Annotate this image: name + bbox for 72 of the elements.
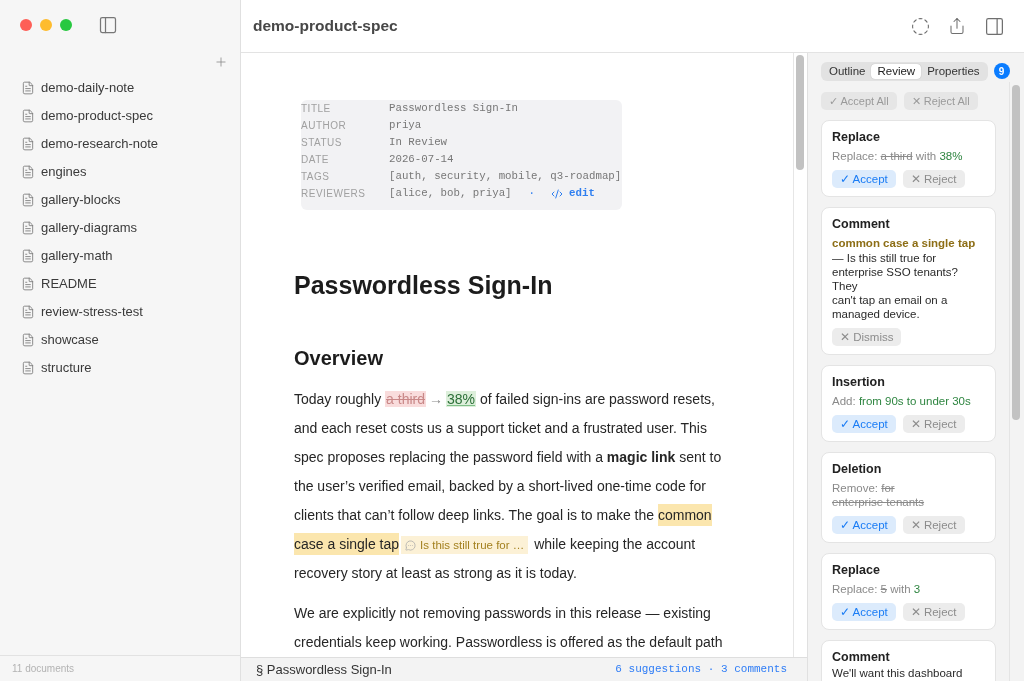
frontmatter-value: In Review [389,135,448,151]
code-icon [551,187,564,200]
minimize-icon[interactable] [40,19,52,31]
document-icon [21,333,35,347]
frontmatter-value: [alice, bob, priya] [389,186,512,202]
document-title: demo-product-spec [253,16,398,37]
change-summary: Add: from 90s to under 30s [832,394,972,408]
document-icon [21,361,35,375]
document-count: 11 documents [12,662,75,676]
section-heading: Overview [294,346,384,371]
document-icon [21,81,35,95]
panel-right-icon[interactable] [984,15,1005,37]
card-title: Replace [832,129,881,145]
speech-bubble-icon [405,539,417,551]
comment-text: We'll want this dashboard [832,666,964,680]
panel-tab[interactable]: Properties [921,63,986,79]
comment-quote: common case a single tap [832,236,977,250]
change-summary: Replace: a third with 38% [832,149,964,163]
sidebar-item[interactable]: engines [0,158,240,186]
share-icon[interactable] [948,17,966,35]
change-summary: Replace: 5 with 3 [832,582,922,596]
document-icon [21,137,35,151]
comment-text: — Is this still true for enterprise SSO tenants? They can't tap an email on a managed device. [832,251,959,321]
panel-tab[interactable]: Outline [823,63,872,79]
frontmatter-value: [auth, security, mobile, q3-roadmap] [389,169,622,185]
sidebar-item[interactable]: gallery-diagrams [0,214,240,242]
card-title: Deletion [832,461,883,477]
document-icon [21,249,35,263]
document-icon [21,305,35,319]
paragraph: We are explicitly not removing passwords in this release — existing credentials keep working. Passwordless is offered as the default path [294,604,724,652]
section-breadcrumb: § Passwordless Sign-In [256,660,392,679]
frontmatter-key: DATE [301,152,389,167]
close-icon[interactable] [20,19,32,31]
plus-icon[interactable] [214,55,228,69]
document-heading: Passwordless Sign-In [294,270,554,301]
separator-dot: · [528,186,536,202]
frontmatter-key: TITLE [301,101,389,116]
card-title: Comment [832,216,891,232]
sidebar-item[interactable]: demo-research-note [0,130,240,158]
document-icon [21,193,35,207]
change-summary: Remove: for enterprise tenants [832,481,926,509]
frontmatter-key: AUTHOR [301,118,389,133]
sidebar-item[interactable]: structure [0,354,240,382]
zoom-icon[interactable] [60,19,72,31]
frontmatter-key: REVIEWERS [301,186,389,201]
card-title: Comment [832,649,891,665]
document-icon [21,221,35,235]
count-badge: 9 [993,63,1010,79]
frontmatter-key: TAGS [301,169,389,184]
dashed-circle-icon[interactable] [911,16,930,36]
scrollbar-thumb[interactable] [1012,85,1020,420]
frontmatter-value: Passwordless Sign-In [389,101,519,117]
frontmatter-value: priya [389,118,422,134]
card-title: Insertion [832,374,886,390]
document-icon [21,109,35,123]
review-summary[interactable]: 6 suggestions · 3 comments [615,661,787,678]
sidebar-item[interactable]: demo-product-spec [0,102,240,130]
frontmatter-key: STATUS [301,135,389,150]
document-icon [21,165,35,179]
sidebar-item[interactable]: gallery-math [0,242,240,270]
sidebar-item[interactable]: README [0,270,240,298]
sidebar-item[interactable]: gallery-blocks [0,186,240,214]
card-title: Replace [832,562,881,578]
document-icon [21,277,35,291]
panel-left-icon[interactable] [98,15,118,35]
sidebar-item[interactable]: showcase [0,326,240,354]
paragraph: Today roughly a third → 38% of failed sign-ins are password resets, and each reset costs us a support ticket and a frustrated user. This spec proposes replacing the password field with a magic link sent to the user’s verified email, backed by a short-lived one-time code for clients that can’t follow deep links. The goal is to make the common case a single tap Is this still true for … while keeping the account recovery story at least as strong as it is today. [294,390,723,583]
sidebar-item[interactable]: demo-daily-note [0,74,240,102]
frontmatter-value: 2026-07-14 [389,152,454,168]
panel-tab[interactable]: Review [871,63,922,79]
scrollbar-thumb[interactable] [796,55,804,170]
sidebar-item[interactable]: review-stress-test [0,298,240,326]
